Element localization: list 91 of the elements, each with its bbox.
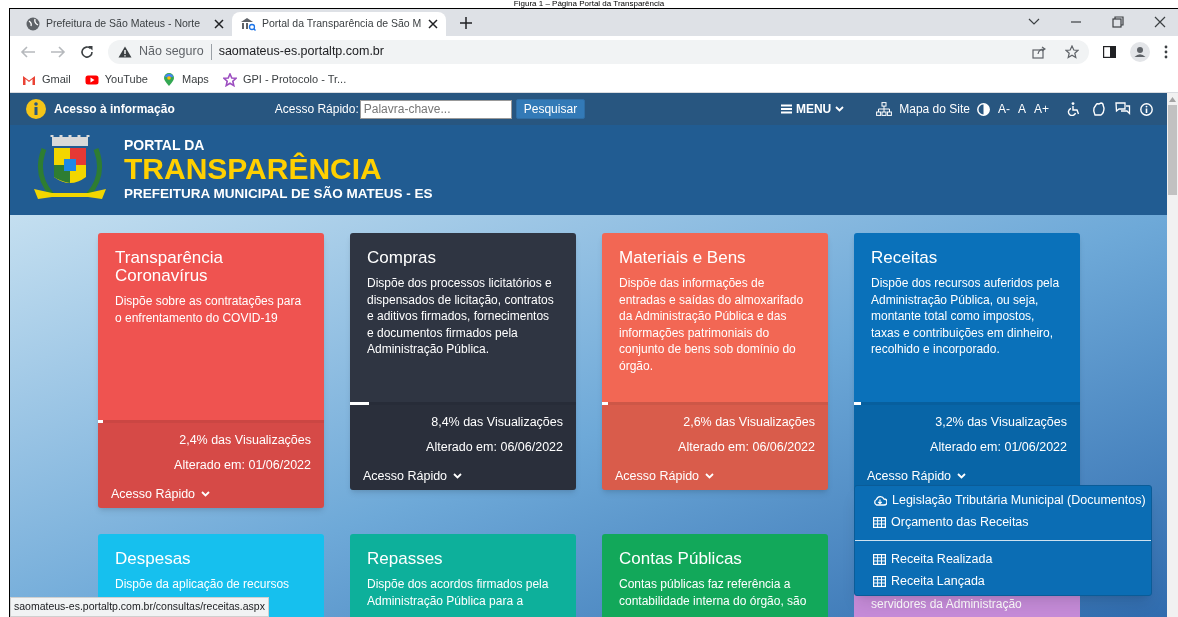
close-icon[interactable] xyxy=(214,19,224,29)
star-outline-icon xyxy=(222,72,237,87)
info-circle-icon[interactable] xyxy=(1140,102,1153,116)
bookmark-link[interactable]: Gmail xyxy=(22,71,71,88)
chevron-down-icon xyxy=(957,473,967,479)
star-icon[interactable] xyxy=(1065,44,1079,59)
keyword-search-field[interactable]: Palavra-chave... xyxy=(359,99,512,119)
menu-button[interactable]: MENU xyxy=(780,100,845,118)
search-button[interactable]: Pesquisar xyxy=(515,99,586,119)
chevron-down-icon xyxy=(835,106,845,112)
updated-date: Alterado em: 01/06/2022 xyxy=(929,439,1068,455)
menu-item[interactable]: Receita Realizada xyxy=(855,548,1151,570)
bookmark-link[interactable]: Maps xyxy=(161,71,209,88)
card-description: Dispõe dos recursos auferidos pela Administração Pública, ou seja, montante total como impostos, taxas e contribuições em dinheiro, recolhido e incorporado. xyxy=(871,275,1061,358)
menu-item[interactable]: Legislação Tributária Municipal (Documentos) xyxy=(855,489,1151,511)
font-size-button[interactable]: A xyxy=(1017,100,1026,118)
updated-date: Alterado em: 06/06/2022 xyxy=(425,439,564,455)
warning-icon xyxy=(118,45,132,58)
card-description: Dispõe dos processos licitatórios e dispensados de licitação, contratos e aditivos firmados, fornecimentos e documentos firmados pela Administração Pública. xyxy=(367,275,555,358)
table-icon xyxy=(873,516,886,528)
restore-icon[interactable] xyxy=(1112,15,1124,28)
card-title: Receitas xyxy=(871,249,939,267)
card-title: Compras xyxy=(367,249,437,267)
chevron-down-icon xyxy=(705,473,715,479)
card-description: Contas públicas faz referência a contabilidade interna do órgão, são xyxy=(619,576,808,610)
security-label: Não seguro xyxy=(139,43,204,61)
chat-icon[interactable] xyxy=(1115,102,1131,116)
chevron-down-icon xyxy=(201,491,211,497)
card-description: Dispõe sobre as contratações para o enfrentamento do COVID-19 xyxy=(115,293,303,327)
site-map-link[interactable]: Mapa do Site xyxy=(876,100,970,118)
card-description: Dispõe das informações de entradas e saídas do almoxarifado da Administração Pública e das informações patrimoniais do conjunto de bens sob domínio do órgão. xyxy=(619,275,805,375)
building-icon xyxy=(240,17,256,31)
quick-access-toggle[interactable]: Acesso Rápido xyxy=(98,486,211,502)
bookmark-link[interactable]: YouTube xyxy=(84,71,148,88)
cloud-download-icon xyxy=(873,494,887,506)
chevron-down-icon[interactable] xyxy=(1028,17,1040,26)
share-icon[interactable] xyxy=(1032,44,1046,59)
card-title: Repasses xyxy=(367,550,444,568)
figure-caption: Figura 1 – Página Portal da Transparência xyxy=(513,0,665,8)
table-icon xyxy=(873,575,886,587)
browser-tab[interactable]: Prefeitura de São Mateus - Norte xyxy=(18,12,232,36)
wheelchair-icon[interactable] xyxy=(1067,102,1080,116)
card-title: Contas Públicas xyxy=(619,550,743,568)
font-size-button[interactable]: A- xyxy=(997,100,1010,118)
address-bar[interactable]: Não seguro saomateus-es.portaltp.com.br xyxy=(108,39,1089,64)
views-percentage: 8,4% das Visualizações xyxy=(430,414,564,430)
url-text: saomateus-es.portaltp.com.br xyxy=(218,43,385,61)
menu-item[interactable]: Receita Lançada xyxy=(855,570,1151,592)
quick-access-label: Acesso Rápido: xyxy=(274,101,359,118)
category-card[interactable] xyxy=(350,233,576,490)
bookmark-link[interactable]: GPI - Protocolo - Tr... xyxy=(222,71,347,88)
portal-title: TRANSPARÊNCIA xyxy=(124,153,383,185)
chevron-down-icon xyxy=(453,473,463,479)
category-card[interactable]: Transparência Coronavírus Dispõe sobre as contratações para o enfrentamento do COVID-19 2,4% das Visualizações Alterado em: 01/06/2022 Acesso Rápido xyxy=(98,233,324,508)
sitemap-icon xyxy=(876,102,893,116)
card-title: Despesas xyxy=(115,550,192,568)
table-icon xyxy=(873,553,886,565)
card-description: Dispõe da aplicação de recursos xyxy=(115,576,291,593)
views-percentage: 2,4% das Visualizações xyxy=(178,432,312,448)
card-title: Transparência Coronavírus xyxy=(115,249,225,285)
views-percentage: 2,6% das Visualizações xyxy=(682,414,816,430)
contrast-icon[interactable] xyxy=(976,102,990,116)
views-percentage: 3,2% das Visualizações xyxy=(934,414,1068,430)
info-icon xyxy=(26,99,46,119)
quick-access-toggle[interactable]: Acesso Rápido xyxy=(350,468,463,484)
close-icon[interactable] xyxy=(428,19,438,29)
reload-icon[interactable] xyxy=(80,44,94,59)
updated-date: Alterado em: 06/06/2022 xyxy=(677,439,816,455)
updated-date: Alterado em: 01/06/2022 xyxy=(173,457,312,473)
quick-access-toggle[interactable]: Acesso Rápido xyxy=(602,468,715,484)
tab-title: Prefeitura de São Mateus - Norte xyxy=(46,16,202,32)
more-menu-icon[interactable] xyxy=(1164,44,1168,59)
map-pin-icon xyxy=(161,72,176,87)
globe-icon xyxy=(26,17,40,31)
browser-tab[interactable]: Portal da Transparência de São M xyxy=(232,12,446,36)
font-size-button[interactable]: A+ xyxy=(1034,100,1049,118)
quick-access-toggle[interactable]: Acesso Rápido xyxy=(854,468,967,484)
card-description: servidores da Administração xyxy=(871,596,1023,613)
city-subtitle: PREFEITURA MUNICIPAL DE SÃO MATEUS - ES xyxy=(124,185,433,203)
close-icon[interactable] xyxy=(1154,15,1166,28)
card-title: Materiais e Bens xyxy=(619,249,747,267)
portal-label: PORTAL DA xyxy=(124,137,205,153)
info-access-link[interactable]: Acesso à informação xyxy=(54,100,175,118)
profile-icon[interactable] xyxy=(1130,41,1150,62)
tab-title: Portal da Transparência de São M xyxy=(262,16,422,32)
hamburger-icon xyxy=(780,104,792,114)
side-panel-icon[interactable] xyxy=(1103,45,1116,58)
scrollbar-thumb[interactable] xyxy=(1168,105,1177,195)
link-url-tooltip: saomateus-es.portaltp.com.br/consultas/receitas.aspx xyxy=(10,597,269,617)
menu-item[interactable]: Orçamento das Receitas xyxy=(855,511,1151,533)
card-description: Dispõe dos acordos firmados pela Administração Pública para a xyxy=(367,576,550,610)
